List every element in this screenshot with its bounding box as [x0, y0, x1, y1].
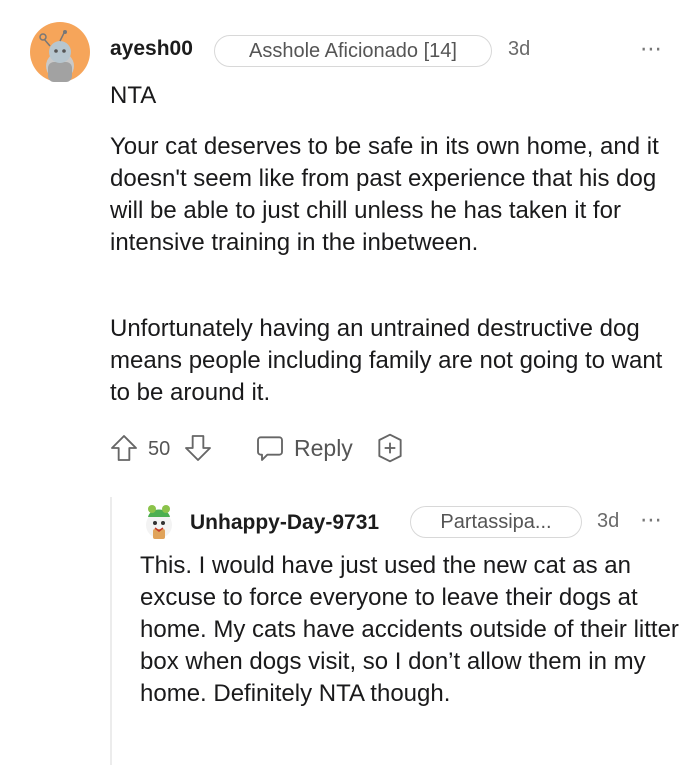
comment-paragraph: Unfortunately having an untrained destru…	[110, 315, 663, 406]
more-options-icon[interactable]: ⋯	[640, 36, 662, 62]
reply-more-options-icon[interactable]: ⋯	[640, 507, 662, 533]
downvote-button[interactable]	[182, 432, 214, 464]
award-plus-icon	[378, 433, 402, 463]
reply-button[interactable]: Reply	[254, 432, 353, 464]
reply-user-flair: Partassipa...	[410, 506, 582, 538]
user-avatar[interactable]	[30, 22, 90, 82]
vote-score: 50	[148, 438, 171, 460]
comment-age: 3d	[508, 38, 531, 60]
award-button[interactable]	[374, 432, 406, 464]
reply-label: Reply	[294, 434, 353, 461]
reply-age: 3d	[597, 510, 620, 532]
reply-bubble-icon	[257, 436, 283, 461]
comment-verdict: NTA	[110, 82, 157, 109]
reply-body: This. I would have just used the new cat…	[140, 552, 679, 707]
reply-user-avatar[interactable]	[140, 503, 178, 541]
thread-line[interactable]	[110, 497, 112, 765]
upvote-icon[interactable]	[108, 432, 140, 464]
comment-actions: 50 Reply	[108, 428, 428, 468]
downvote-icon[interactable]	[182, 432, 214, 464]
reply-author[interactable]: Unhappy-Day-9731	[190, 511, 379, 535]
comment-paragraph: Your cat deserves to be safe in its own …	[110, 133, 659, 256]
comment-author[interactable]: ayesh00	[110, 37, 193, 61]
upvote-button[interactable]	[108, 432, 140, 464]
user-flair: Asshole Aficionado [14]	[214, 35, 492, 67]
